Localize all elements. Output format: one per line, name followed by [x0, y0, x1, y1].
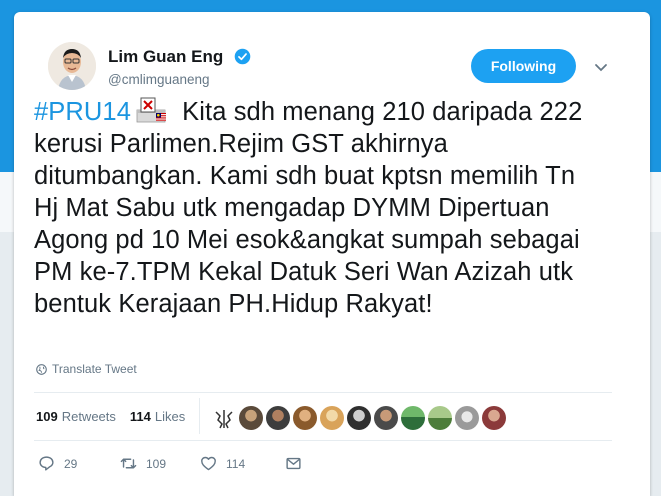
- tweet-body: Kita sdh menang 210 daripada 222 kerusi …: [34, 98, 583, 318]
- display-name[interactable]: Lim Guan Eng: [108, 47, 223, 67]
- liker-avatar[interactable]: [374, 406, 398, 430]
- liker-avatar[interactable]: [455, 406, 479, 430]
- retweets-count[interactable]: 109: [36, 409, 58, 424]
- tweet-stats: 109 Retweets 114 Likes: [36, 401, 199, 431]
- stats-divider: [199, 398, 200, 434]
- globe-icon: [36, 363, 47, 375]
- likes-label[interactable]: Likes: [155, 409, 185, 424]
- hashtag-link[interactable]: #PRU14: [34, 98, 131, 126]
- likes-count[interactable]: 114: [130, 409, 151, 424]
- reply-icon: [39, 456, 54, 471]
- liker-avatars: [212, 406, 506, 430]
- following-button[interactable]: Following: [471, 49, 576, 83]
- divider: [34, 440, 612, 441]
- liker-avatar[interactable]: [266, 406, 290, 430]
- retweet-button[interactable]: 109: [120, 455, 200, 472]
- liker-avatar[interactable]: [320, 406, 344, 430]
- liker-avatar[interactable]: [293, 406, 317, 430]
- direct-message-button[interactable]: [285, 455, 302, 472]
- translate-tweet-link[interactable]: Translate Tweet: [36, 362, 137, 376]
- liker-avatar[interactable]: [401, 406, 425, 430]
- like-button[interactable]: 114: [200, 455, 285, 472]
- user-handle[interactable]: @cmlimguaneng: [108, 72, 210, 87]
- retweet-count: 109: [146, 456, 167, 471]
- chevron-down-icon[interactable]: [594, 60, 608, 74]
- envelope-icon: [286, 457, 301, 470]
- tweet-actions: 29 109 114: [38, 455, 302, 472]
- translate-label: Translate Tweet: [52, 362, 137, 376]
- ballot-box-with-flag-icon: [136, 97, 166, 123]
- liker-avatar[interactable]: [482, 406, 506, 430]
- liker-avatar[interactable]: [347, 406, 371, 430]
- divider: [34, 392, 612, 393]
- verified-badge-icon: [234, 48, 251, 65]
- like-count: 114: [226, 456, 246, 471]
- retweets-label[interactable]: Retweets: [62, 409, 116, 424]
- liker-avatar[interactable]: [239, 406, 263, 430]
- avatar[interactable]: [48, 42, 96, 90]
- tweet-text: #PRU14 Kita sdh menang 210 daripada 222 …: [34, 96, 594, 320]
- reply-button[interactable]: 29: [38, 455, 120, 472]
- reply-count: 29: [64, 456, 78, 471]
- retweet-icon: [120, 458, 137, 469]
- liker-avatar[interactable]: [428, 406, 452, 430]
- heart-icon: [201, 456, 216, 471]
- liker-avatar[interactable]: [212, 406, 236, 430]
